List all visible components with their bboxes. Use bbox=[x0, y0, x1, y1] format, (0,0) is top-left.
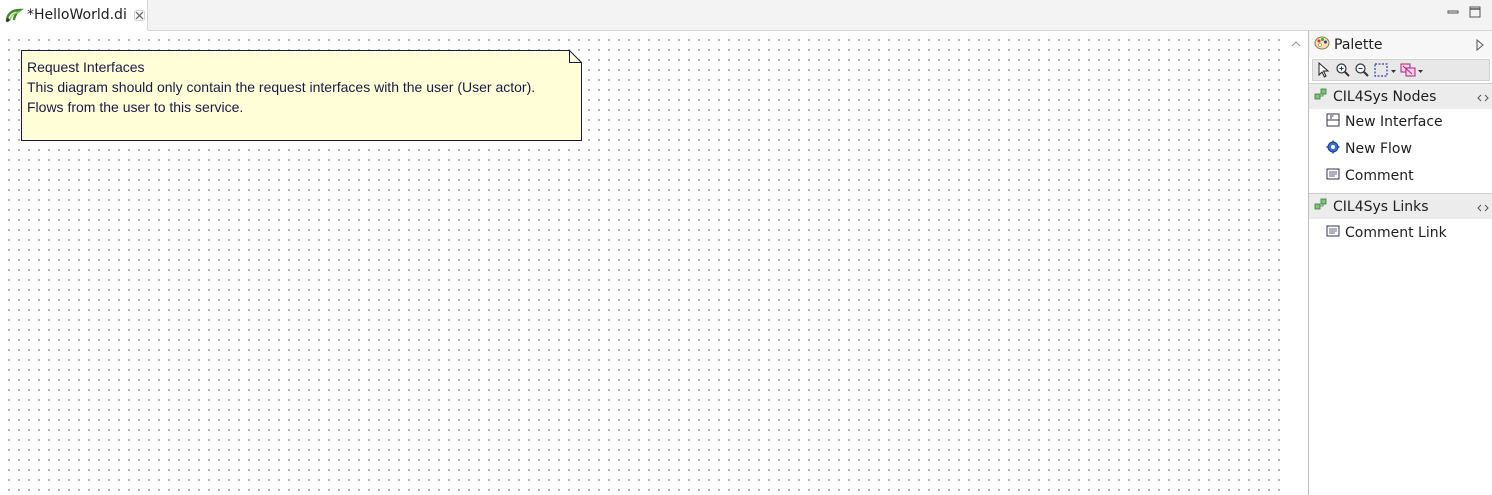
palette-icon bbox=[1314, 35, 1330, 55]
editor-tab[interactable]: *HelloWorld.di bbox=[0, 0, 148, 31]
note-title: Request Interfaces bbox=[27, 59, 145, 75]
editor-tab-bar: *HelloWorld.di bbox=[0, 0, 1492, 31]
entry-label: New Flow bbox=[1345, 141, 1412, 157]
note-attachment-icon[interactable] bbox=[1400, 62, 1416, 78]
entry-label: Comment bbox=[1345, 168, 1414, 184]
palette-toolbar bbox=[1312, 59, 1490, 81]
note-body: Request Interfaces This diagram should o… bbox=[27, 57, 535, 117]
zoom-in-icon[interactable] bbox=[1335, 62, 1351, 78]
select-icon[interactable] bbox=[1316, 62, 1332, 78]
papyrus-diagram-icon bbox=[4, 7, 24, 23]
minimize-icon[interactable] bbox=[1446, 5, 1460, 19]
collapse-arrow-icon[interactable] bbox=[1476, 38, 1484, 55]
comment-link-icon bbox=[1326, 224, 1340, 242]
drawer-title-nodes: CIL4Sys Nodes bbox=[1333, 88, 1437, 105]
entry-label: New Interface bbox=[1345, 114, 1443, 130]
palette-entry-new-interface[interactable]: IF New Interface bbox=[1326, 110, 1443, 134]
scroll-up-arrow-icon[interactable] bbox=[1291, 36, 1301, 47]
canvas-vertical-scrollbar[interactable] bbox=[1284, 31, 1308, 495]
interface-icon: IF bbox=[1326, 113, 1340, 131]
palette-header[interactable]: Palette bbox=[1309, 31, 1492, 58]
comment-icon bbox=[1326, 167, 1340, 185]
drawer-cil4sys-links[interactable]: CIL4Sys Links bbox=[1309, 193, 1492, 219]
palette-entry-comment[interactable]: Comment bbox=[1326, 164, 1414, 188]
entry-label: Comment Link bbox=[1345, 225, 1447, 241]
note-line-2: Flows from the user to this service. bbox=[27, 99, 244, 115]
palette-panel: Palette CIL4Sys Nodes IF New Interface N… bbox=[1308, 31, 1492, 495]
palette-entry-comment-link[interactable]: Comment Link bbox=[1326, 221, 1447, 245]
marquee-icon[interactable] bbox=[1373, 62, 1389, 78]
pin-icon[interactable] bbox=[1477, 91, 1489, 107]
marquee-dropdown-arrow-icon[interactable] bbox=[1390, 62, 1397, 78]
close-icon[interactable] bbox=[133, 9, 145, 21]
diagram-canvas[interactable]: Request Interfaces This diagram should o… bbox=[0, 31, 1284, 495]
drawer-icon bbox=[1314, 198, 1328, 216]
pin-icon[interactable] bbox=[1477, 201, 1489, 217]
drawer-icon bbox=[1314, 88, 1328, 106]
flow-icon bbox=[1326, 140, 1340, 158]
drawer-title-links: CIL4Sys Links bbox=[1333, 198, 1429, 215]
maximize-icon[interactable] bbox=[1468, 5, 1482, 19]
palette-title: Palette bbox=[1334, 36, 1383, 53]
note-line-1: This diagram should only contain the req… bbox=[27, 79, 536, 95]
palette-entry-new-flow[interactable]: New Flow bbox=[1326, 137, 1412, 161]
zoom-out-icon[interactable] bbox=[1354, 62, 1370, 78]
svg-text:IF: IF bbox=[1330, 115, 1334, 121]
comment-note[interactable]: Request Interfaces This diagram should o… bbox=[21, 50, 582, 141]
drawer-cil4sys-nodes[interactable]: CIL4Sys Nodes bbox=[1309, 83, 1492, 109]
connection-dropdown-arrow-icon[interactable] bbox=[1417, 62, 1424, 78]
editor-tab-title: *HelloWorld.di bbox=[27, 7, 127, 23]
